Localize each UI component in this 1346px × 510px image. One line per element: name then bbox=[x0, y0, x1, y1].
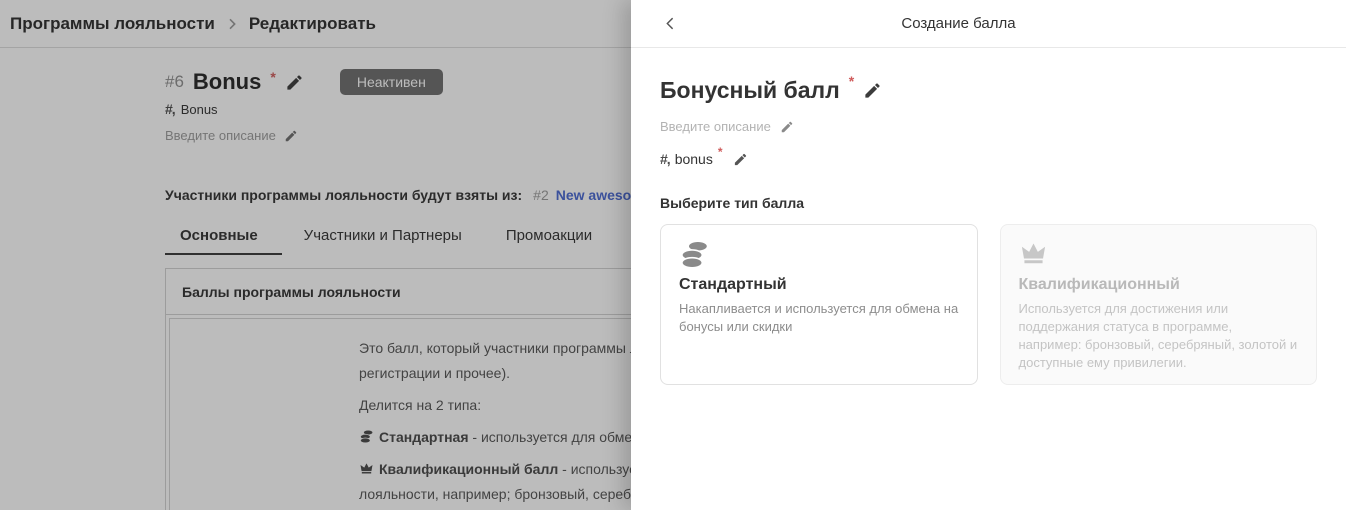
point-type-cards: Стандартный Накапливается и используется… bbox=[660, 224, 1317, 385]
coins-icon bbox=[679, 239, 959, 271]
type-card-standard[interactable]: Стандартный Накапливается и используется… bbox=[660, 224, 978, 385]
point-system-name: bonus bbox=[675, 151, 713, 167]
type-name: Стандартный bbox=[679, 276, 959, 294]
hash-icon: #, bbox=[660, 151, 670, 167]
edit-point-name-pencil-icon[interactable] bbox=[863, 81, 882, 100]
edit-point-system-name-pencil-icon[interactable] bbox=[733, 152, 748, 167]
point-system-name-row: #, bonus * bbox=[660, 151, 1317, 167]
required-mark: * bbox=[849, 73, 854, 89]
point-description-row: Введите описание bbox=[660, 119, 1317, 134]
choose-type-label: Выберите тип балла bbox=[660, 195, 1317, 211]
point-name-row: Бонусный балл * bbox=[660, 77, 1317, 104]
point-name: Бонусный балл bbox=[660, 77, 840, 104]
edit-point-description-pencil-icon[interactable] bbox=[780, 120, 794, 134]
type-name: Квалификационный bbox=[1019, 276, 1299, 294]
crown-icon bbox=[1019, 239, 1299, 271]
type-card-qualification[interactable]: Квалификационный Используется для достиж… bbox=[1000, 224, 1318, 385]
create-point-panel: Создание балла Бонусный балл * Введите о… bbox=[631, 0, 1346, 510]
type-description: Накапливается и используется для обмена … bbox=[679, 300, 959, 336]
app-window: Программы лояльности Редактировать #6 Bo… bbox=[0, 0, 1346, 510]
description-placeholder: Введите описание bbox=[660, 119, 771, 134]
panel-title: Создание балла bbox=[631, 15, 1286, 32]
back-button[interactable] bbox=[662, 15, 679, 32]
required-mark: * bbox=[718, 145, 723, 159]
panel-header: Создание балла bbox=[631, 0, 1346, 48]
type-description: Используется для достижения или поддержа… bbox=[1019, 300, 1299, 372]
